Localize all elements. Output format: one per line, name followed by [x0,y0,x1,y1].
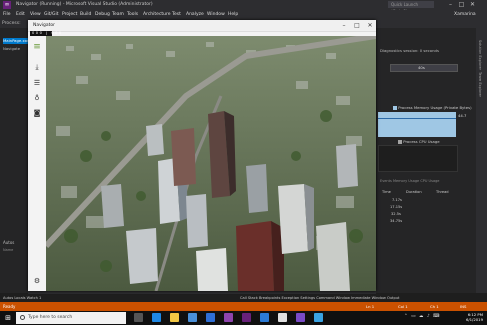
output-windows-tabs[interactable]: Call Stack Breakpoints Exception Setting… [240,296,399,300]
app-icon[interactable] [296,313,305,322]
menu-window[interactable]: Window [207,12,225,17]
navigate-link[interactable]: Navigate [3,46,20,51]
hamburger-icon[interactable]: ≡ [31,42,43,52]
status-line: Ln 1 [366,304,375,309]
cpu-usage-legend: Process CPU Usage [398,139,440,144]
file-explorer-icon[interactable] [170,313,179,322]
menu-analyze[interactable]: Analyze [186,12,204,17]
signed-in-user[interactable]: Xamarina [454,12,476,17]
menu-debug[interactable]: Debug [95,12,110,17]
event-time: 32.5s [391,212,401,216]
event-time: 7.17s [392,198,402,202]
quick-launch-input[interactable]: Quick Launch (Ctrl+Q) [388,1,434,14]
menu-build[interactable]: Build [80,12,91,17]
diagnostics-tabs[interactable]: Events Memory Usage CPU Usage [380,179,439,183]
mail-icon[interactable] [206,313,215,322]
status-char: Ch 1 [430,304,439,309]
clock-date: 6/1/2019 [465,316,483,322]
event-time: 34.75s [390,219,403,223]
menu-project[interactable]: Project [62,12,77,17]
app-title: Navigator [33,23,56,28]
autos-name-column-header[interactable]: Name [3,248,13,252]
github-icon[interactable] [278,313,287,322]
system-tray-icons[interactable]: ⌃ ▭ ☁ ♪ ⌨ [404,314,441,319]
menu-test[interactable]: Test [172,12,181,17]
task-view-icon[interactable] [134,313,143,322]
maximize-button[interactable]: □ [456,0,467,10]
3d-city-map[interactable] [46,36,376,291]
edge-icon[interactable] [152,313,161,322]
events-header-duration[interactable]: Duration [406,190,422,194]
process-label: Process: [2,21,21,26]
events-header-time[interactable]: Time [382,190,391,194]
table-row[interactable]: 17.15s [378,205,458,212]
menu-help[interactable]: Help [228,12,238,17]
vs-window-title: Navigator (Running) - Microsoft Visual S… [16,2,153,7]
memory-usage-graph[interactable] [378,112,456,137]
taskbar-clock[interactable]: 6:12 PM 6/1/2019 [455,312,483,322]
document-tab-mainpage[interactable]: MainPage.xaml [3,38,28,44]
photos-icon[interactable] [314,313,323,322]
status-column: Col 1 [398,304,408,309]
memory-usage-legend: Process Memory Usage (Private Bytes) [393,105,472,110]
pin-icon[interactable]: ♁ [31,93,43,103]
app-title-bar[interactable] [28,20,376,32]
menu-edit[interactable]: Edit [16,12,25,17]
debug-windows-tabs[interactable]: Autos Locals Watch 1 [3,296,41,300]
status-insert-mode: INS [460,304,467,309]
map-scene [46,36,376,291]
close-button[interactable]: ✕ [467,0,478,10]
memory-usage-line [378,118,456,119]
vscode-icon[interactable] [260,313,269,322]
menu-architecture[interactable]: Architecture [143,12,171,17]
event-time: 17.15s [390,205,403,209]
menu-file[interactable]: File [3,12,11,17]
search-icon [20,315,25,320]
visual-studio-icon[interactable] [224,313,233,322]
layers-icon[interactable]: ☰ [31,78,43,88]
app-minimize-button[interactable]: – [338,20,350,31]
visual-studio-2-icon[interactable] [242,313,251,322]
vs-menu-bar: File Edit View Git/Git Project Build Deb… [0,10,487,19]
cpu-legend-label: Process CPU Usage [403,139,440,144]
diagnostics-session-label: Diagnostics session: 0 seconds [380,48,439,53]
taskbar-search-input[interactable]: Type here to search [16,312,126,324]
cpu-usage-graph[interactable] [378,145,458,172]
app-sidebar [28,36,47,291]
memory-legend-swatch [393,106,397,110]
table-row[interactable]: 32.5s [378,212,458,219]
solution-explorer-tab[interactable]: Solution Explorer [478,40,482,70]
memory-max-value: 44.7 [458,113,467,118]
cpu-legend-swatch [398,140,402,144]
download-icon[interactable]: ⤓ [31,62,43,72]
windows-start-icon[interactable]: ⊞ [3,313,13,323]
table-row[interactable]: 34.75s [378,219,458,226]
autos-window-title: Autos [3,240,15,245]
camera-icon[interactable]: ◙ [31,108,43,118]
table-row[interactable]: 7.17s [378,198,458,205]
menu-git[interactable]: Git/Git [44,12,59,17]
events-header-thread[interactable]: Thread [436,190,449,194]
status-bar [0,302,487,311]
menu-tools[interactable]: Tools [127,12,138,17]
app-maximize-button[interactable]: □ [351,20,363,31]
app-close-button[interactable]: ✕ [364,20,376,31]
minimize-button[interactable]: – [445,0,456,10]
team-explorer-tab[interactable]: Team Explorer [478,72,482,97]
visual-studio-logo-icon: ∞ [3,1,11,9]
memory-legend-label: Process Memory Usage (Private Bytes) [398,105,472,110]
settings-icon[interactable]: ⚙ [31,276,43,286]
timeline-label: 40s [418,65,425,70]
store-icon[interactable] [188,313,197,322]
menu-view[interactable]: View [30,12,41,17]
menu-team[interactable]: Team [112,12,124,17]
status-text: Ready [3,304,16,309]
left-tool-window [0,28,28,293]
